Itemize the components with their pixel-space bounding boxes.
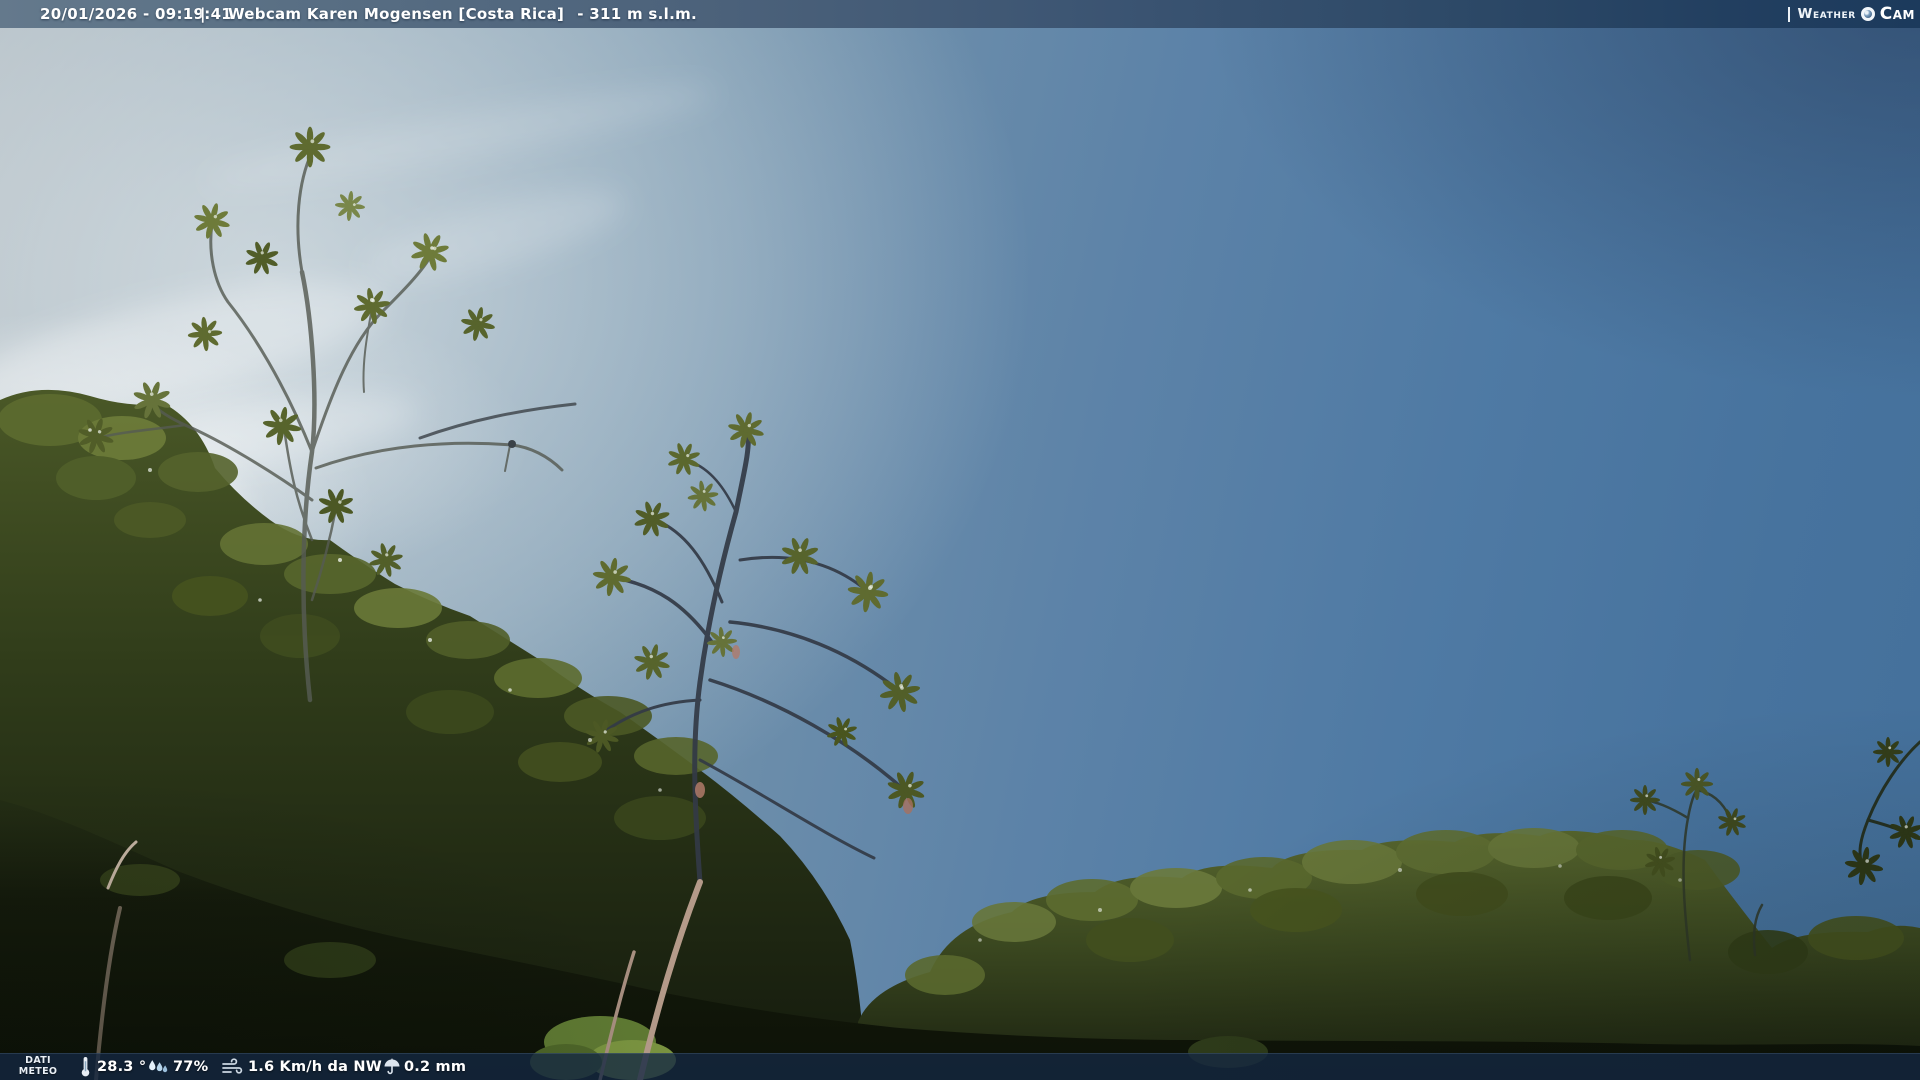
camera-title: Webcam Karen Mogensen [Costa Rica]	[228, 5, 565, 23]
logo-divider	[1787, 6, 1790, 22]
webcam-viewer: 20/01/2026 - 09:19:41 | Webcam Karen Mog…	[0, 0, 1920, 1080]
camera-altitude: - 311 m s.l.m.	[577, 5, 698, 23]
humidity-icon	[146, 1059, 169, 1080]
meteo-label-line1: DATI	[25, 1055, 51, 1066]
thermometer-icon	[79, 1056, 92, 1080]
top-info-bar: 20/01/2026 - 09:19:41 | Webcam Karen Mog…	[0, 0, 1920, 28]
wind-icon	[221, 1058, 245, 1079]
wind-value: 1.6 Km/h da NW	[248, 1058, 382, 1075]
meteo-label-line2: METEO	[18, 1066, 58, 1077]
logo-weather-text: Weather	[1797, 6, 1856, 22]
logo-cam-text: Cam	[1879, 4, 1915, 24]
weather-data-bar: DATI METEO 28.3 ° 77% 1.6 Km/h da NW 0.2…	[0, 1053, 1920, 1080]
camera-lens-icon	[1860, 7, 1875, 21]
precipitation-value: 0.2 mm	[404, 1058, 467, 1075]
humidity-value: 77%	[173, 1058, 209, 1075]
meteo-data-label: DATI METEO	[14, 1055, 62, 1077]
forest-scene	[0, 126, 1920, 1080]
temperature-value: 28.3 °	[97, 1058, 147, 1075]
camera-title-group: Webcam Karen Mogensen [Costa Rica] - 311…	[228, 0, 697, 28]
rain-icon	[383, 1058, 401, 1079]
weathercam-logo: Weather Cam	[1787, 0, 1915, 28]
right-canopy	[856, 736, 1920, 1080]
separator: |	[200, 5, 206, 23]
